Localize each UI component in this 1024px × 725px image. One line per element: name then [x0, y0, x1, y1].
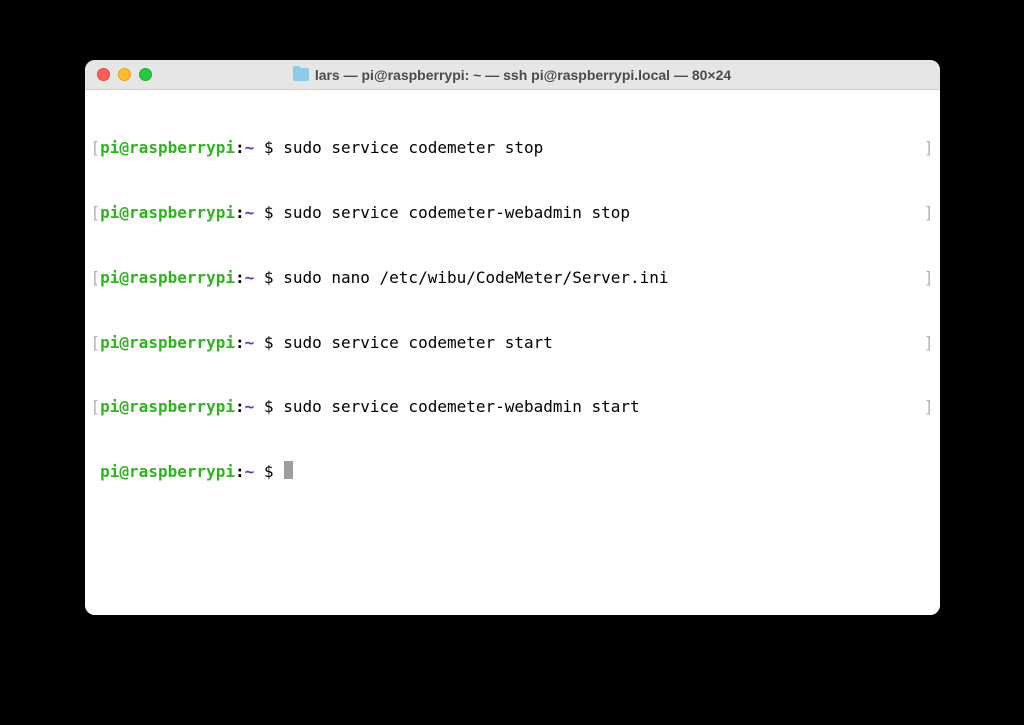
- prompt-dollar: $: [254, 137, 283, 159]
- prompt-at: @: [119, 396, 129, 418]
- bracket-open: [: [91, 332, 101, 354]
- prompt-user: pi: [100, 267, 119, 289]
- terminal-line: [pi@raspberrypi:~ $ sudo service codemet…: [91, 137, 934, 159]
- prompt-colon: :: [235, 137, 245, 159]
- prompt-path: ~: [245, 267, 255, 289]
- prompt-at: @: [119, 461, 129, 483]
- prompt-host: raspberrypi: [129, 267, 235, 289]
- bracket-close: ]: [924, 332, 934, 354]
- prompt-user: pi: [100, 332, 119, 354]
- prompt-dollar: $: [254, 202, 283, 224]
- traffic-lights: [97, 68, 152, 81]
- bracket-close: ]: [924, 267, 934, 289]
- bracket-close: ]: [924, 202, 934, 224]
- command-text: sudo nano /etc/wibu/CodeMeter/Server.ini: [283, 267, 668, 289]
- command-text: sudo service codemeter-webadmin stop: [283, 202, 630, 224]
- bracket-open: [: [91, 267, 101, 289]
- prompt-host: raspberrypi: [129, 461, 235, 483]
- command-text: sudo service codemeter-webadmin start: [283, 396, 639, 418]
- minimize-button[interactable]: [118, 68, 131, 81]
- terminal-line-current: pi@raspberrypi:~ $: [91, 461, 934, 483]
- prompt-host: raspberrypi: [129, 332, 235, 354]
- prompt-colon: :: [235, 461, 245, 483]
- prompt-dollar: $: [254, 267, 283, 289]
- bracket-close: ]: [924, 137, 934, 159]
- prompt-path: ~: [245, 202, 255, 224]
- prompt-path: ~: [245, 396, 255, 418]
- prompt-host: raspberrypi: [129, 137, 235, 159]
- prompt-colon: :: [235, 332, 245, 354]
- prompt-user: pi: [100, 137, 119, 159]
- terminal-window: lars — pi@raspberrypi: ~ — ssh pi@raspbe…: [85, 60, 940, 615]
- prompt-at: @: [119, 202, 129, 224]
- close-button[interactable]: [97, 68, 110, 81]
- prompt-path: ~: [245, 461, 255, 483]
- titlebar[interactable]: lars — pi@raspberrypi: ~ — ssh pi@raspbe…: [85, 60, 940, 90]
- command-text: sudo service codemeter stop: [283, 137, 543, 159]
- prompt-path: ~: [245, 137, 255, 159]
- zoom-button[interactable]: [139, 68, 152, 81]
- terminal-body[interactable]: [pi@raspberrypi:~ $ sudo service codemet…: [85, 90, 940, 615]
- prompt-user: pi: [100, 461, 119, 483]
- bracket-open: [: [91, 396, 101, 418]
- bracket-open: [: [91, 137, 101, 159]
- prompt-host: raspberrypi: [129, 396, 235, 418]
- terminal-line: [pi@raspberrypi:~ $ sudo service codemet…: [91, 202, 934, 224]
- prompt-dollar: $: [254, 332, 283, 354]
- prompt-colon: :: [235, 396, 245, 418]
- prompt-at: @: [119, 332, 129, 354]
- terminal-line: [pi@raspberrypi:~ $ sudo service codemet…: [91, 396, 934, 418]
- prompt-colon: :: [235, 267, 245, 289]
- prompt-path: ~: [245, 332, 255, 354]
- bracket-close: ]: [924, 396, 934, 418]
- prompt-colon: :: [235, 202, 245, 224]
- bracket-open: [: [91, 202, 101, 224]
- prompt-user: pi: [100, 202, 119, 224]
- prompt-dollar: $: [254, 461, 283, 483]
- terminal-line: [pi@raspberrypi:~ $ sudo nano /etc/wibu/…: [91, 267, 934, 289]
- folder-icon: [293, 68, 309, 81]
- prompt-host: raspberrypi: [129, 202, 235, 224]
- command-text: sudo service codemeter start: [283, 332, 553, 354]
- leading-space: [91, 461, 101, 483]
- window-title: lars — pi@raspberrypi: ~ — ssh pi@raspbe…: [315, 67, 731, 83]
- cursor-block: [284, 461, 293, 479]
- prompt-at: @: [119, 267, 129, 289]
- prompt-at: @: [119, 137, 129, 159]
- title-wrap: lars — pi@raspberrypi: ~ — ssh pi@raspbe…: [85, 67, 940, 83]
- prompt-dollar: $: [254, 396, 283, 418]
- terminal-line: [pi@raspberrypi:~ $ sudo service codemet…: [91, 332, 934, 354]
- prompt-user: pi: [100, 396, 119, 418]
